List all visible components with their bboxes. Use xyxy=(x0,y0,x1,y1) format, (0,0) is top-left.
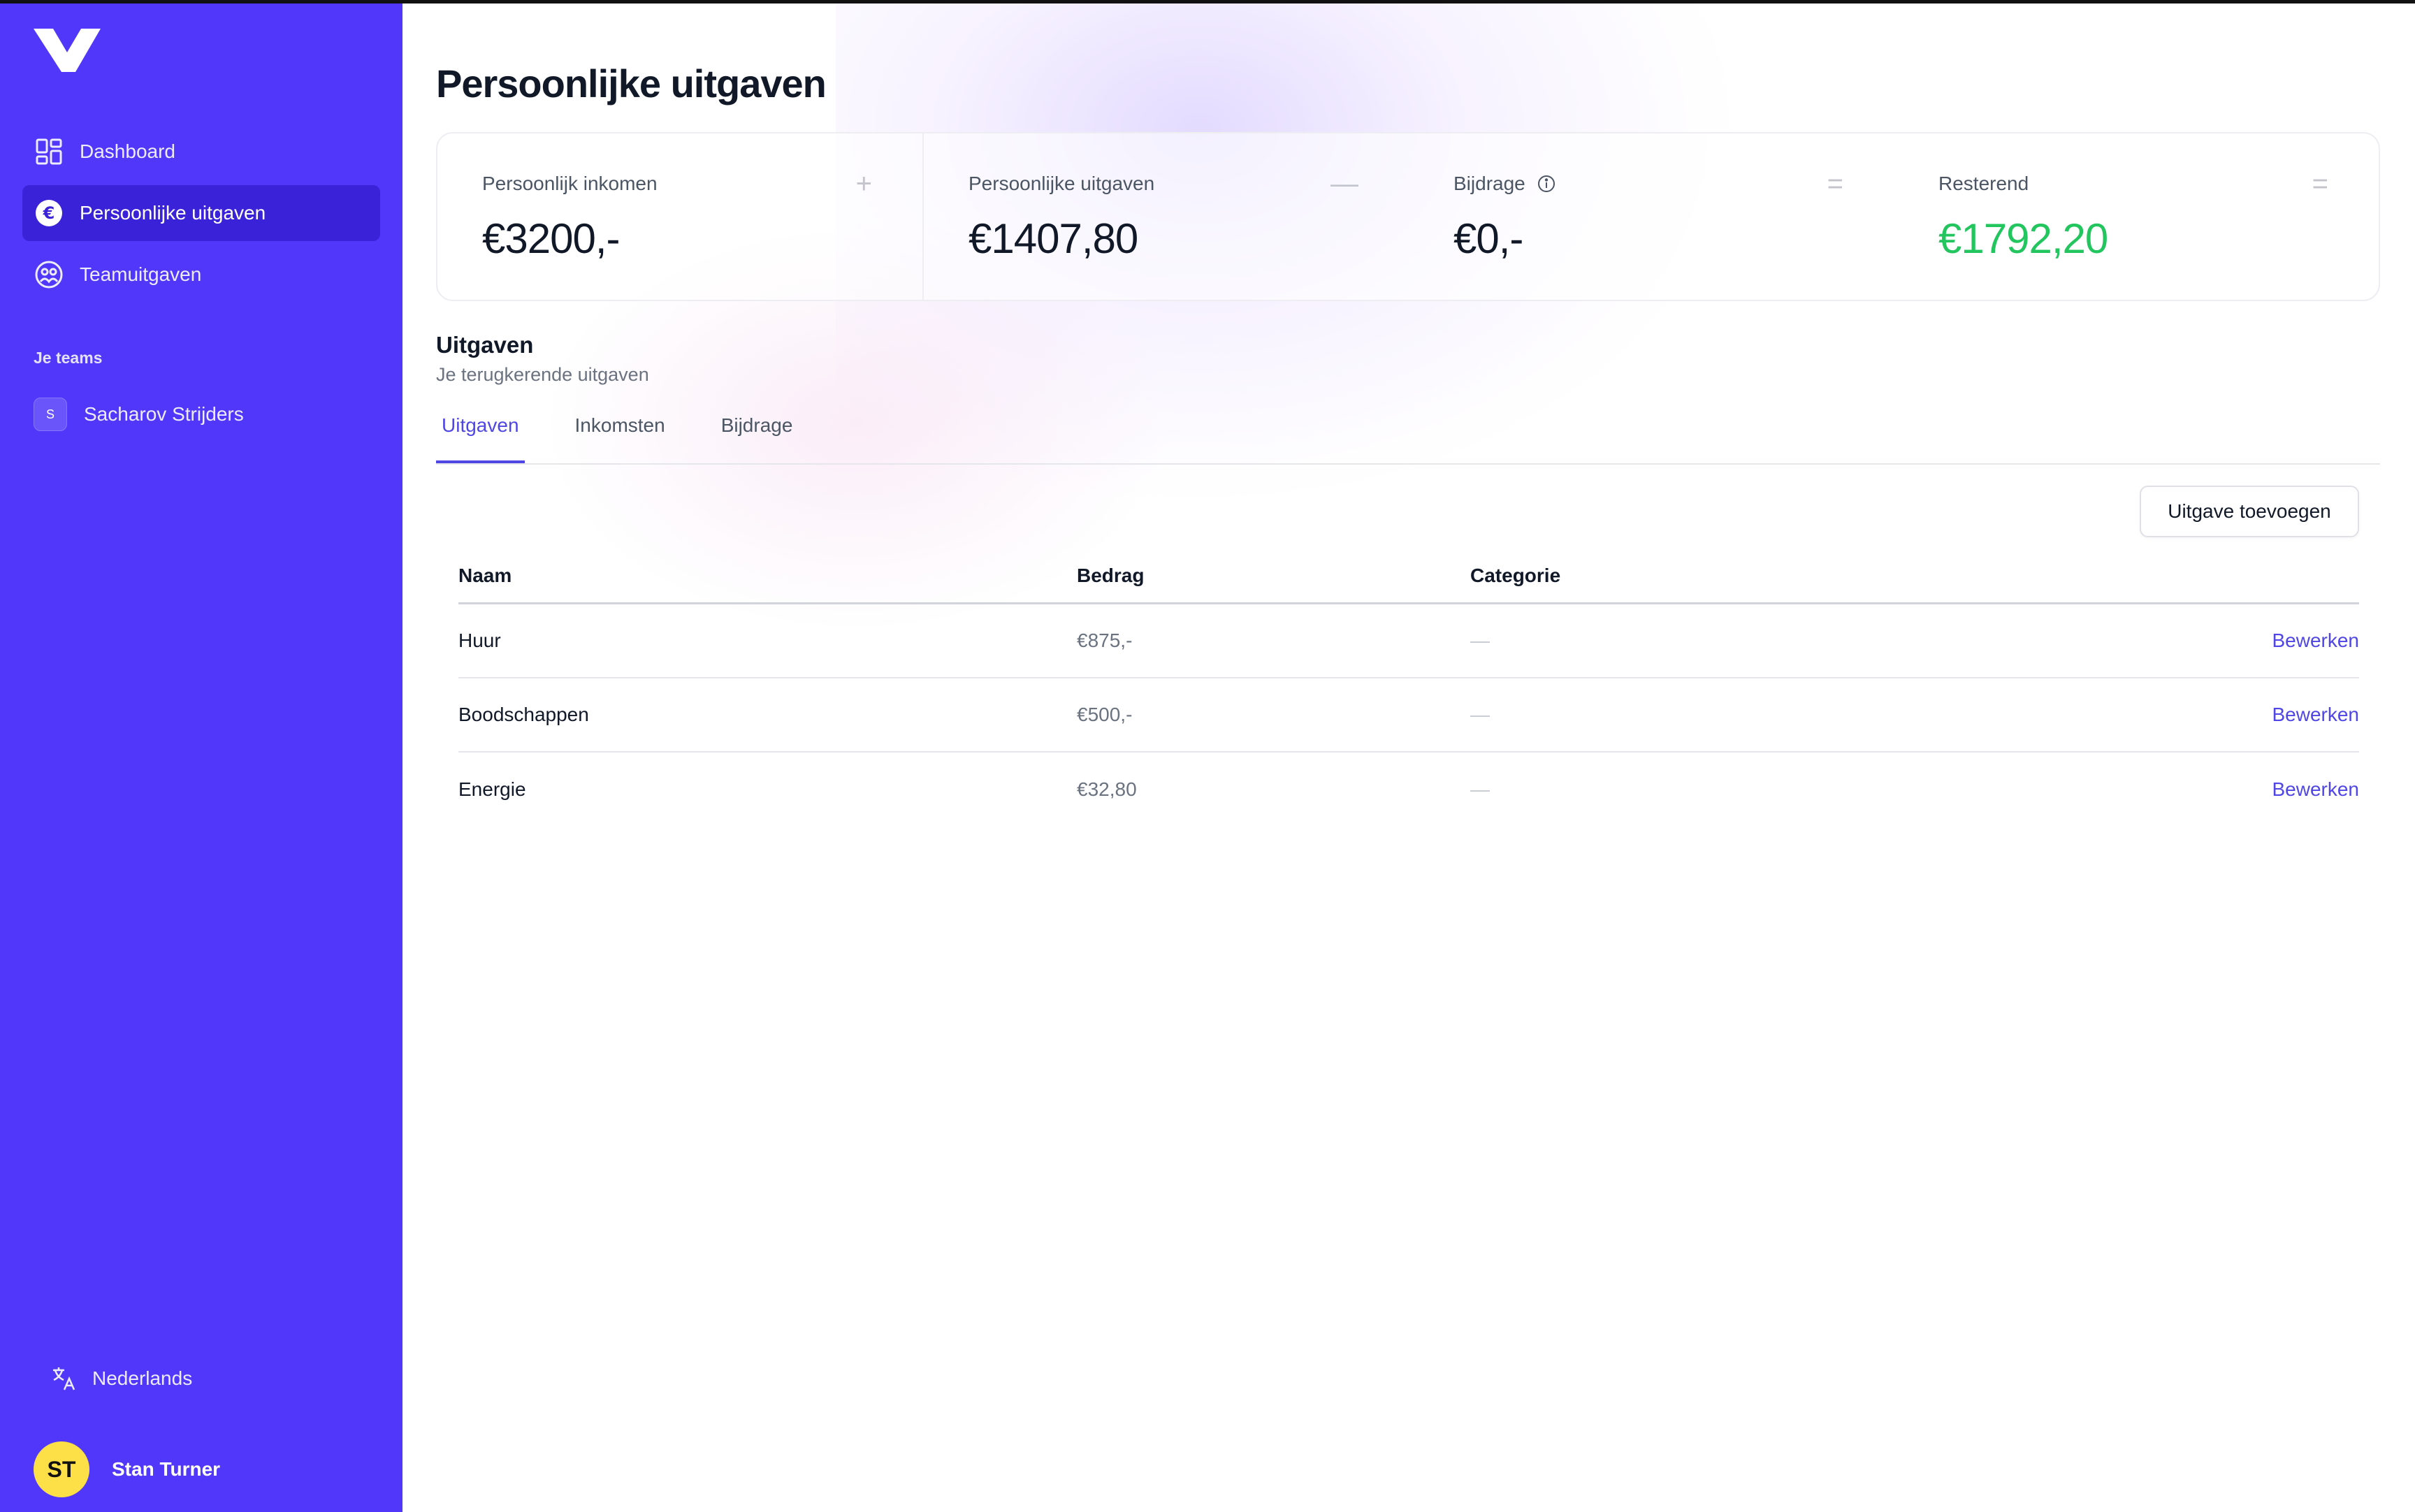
team-icon xyxy=(35,261,63,289)
cell-amount: €875,- xyxy=(1077,630,1133,651)
plus-icon: + xyxy=(855,168,872,199)
sidebar-item-teamuitgaven[interactable]: Teamuitgaven xyxy=(22,247,380,303)
stat-value: €1792,20 xyxy=(1938,215,2108,262)
user-name: Stan Turner xyxy=(112,1458,221,1480)
tab-bijdrage[interactable]: Bijdrage xyxy=(716,409,799,463)
teams-section-label: Je teams xyxy=(34,349,103,367)
cell-name: Energie xyxy=(458,778,526,800)
tab-inkomsten[interactable]: Inkomsten xyxy=(570,409,671,463)
expenses-table: Naam Bedrag Categorie Huur €875,- — Bewe… xyxy=(458,548,2359,827)
column-header-categorie: Categorie xyxy=(1470,564,1561,586)
stat-resterend: Resterend €1792,20 = xyxy=(1894,133,2379,300)
language-selector[interactable]: Nederlands xyxy=(50,1365,192,1393)
sidebar-item-label: Teamuitgaven xyxy=(80,263,202,285)
translate-icon xyxy=(50,1365,78,1393)
table-row: Boodschappen €500,- — Bewerken xyxy=(458,678,2359,753)
page-title: Persoonlijke uitgaven xyxy=(436,61,827,106)
stats-card: Persoonlijk inkomen €3200,- + Persoonlij… xyxy=(436,132,2380,301)
stat-persoonlijke-uitgaven: Persoonlijke uitgaven €1407,80 — xyxy=(924,133,1409,300)
avatar: ST xyxy=(34,1441,89,1497)
column-header-naam: Naam xyxy=(458,564,512,586)
language-label: Nederlands xyxy=(92,1367,193,1389)
section-title: Uitgaven xyxy=(436,332,534,358)
stat-bijdrage: Bijdrage €0,- = xyxy=(1409,133,1894,300)
equals-icon: = xyxy=(1827,168,1843,199)
cell-amount: €32,80 xyxy=(1077,778,1137,800)
table-header: Naam Bedrag Categorie xyxy=(458,548,2359,604)
edit-link[interactable]: Bewerken xyxy=(2219,778,2359,801)
tab-bar: Uitgaven Inkomsten Bijdrage xyxy=(436,409,2380,465)
column-header-bedrag: Bedrag xyxy=(1077,564,1145,586)
info-icon[interactable] xyxy=(1537,174,1556,194)
team-initial-badge: S xyxy=(34,398,67,431)
table-row: Huur €875,- — Bewerken xyxy=(458,604,2359,678)
add-expense-button[interactable]: Uitgave toevoegen xyxy=(2140,486,2359,537)
euro-icon: € xyxy=(35,199,63,227)
cell-name: Boodschappen xyxy=(458,704,589,725)
sidebar-item-label: Dashboard xyxy=(80,140,175,162)
section-subtitle: Je terugkerende uitgaven xyxy=(436,364,649,385)
minus-icon: — xyxy=(1330,168,1358,199)
edit-link[interactable]: Bewerken xyxy=(2219,704,2359,726)
sidebar-item-label: Persoonlijke uitgaven xyxy=(80,202,266,224)
stat-label: Bijdrage xyxy=(1453,173,1525,194)
stat-value: €1407,80 xyxy=(969,215,1138,262)
svg-text:€: € xyxy=(43,203,55,223)
sidebar-item-team[interactable]: S Sacharov Strijders xyxy=(34,395,244,434)
cell-category: — xyxy=(1470,630,1490,651)
sidebar-nav: Dashboard € Persoonlijke uitgaven Teamui… xyxy=(22,124,380,308)
sidebar-item-persoonlijke-uitgaven[interactable]: € Persoonlijke uitgaven xyxy=(22,185,380,241)
user-menu[interactable]: ST Stan Turner xyxy=(34,1441,220,1497)
cell-category: — xyxy=(1470,778,1490,800)
equals-icon: = xyxy=(2312,168,2328,199)
cell-name: Huur xyxy=(458,630,501,651)
tab-uitgaven[interactable]: Uitgaven xyxy=(436,409,525,463)
team-name: Sacharov Strijders xyxy=(84,403,244,425)
main-content: Persoonlijke uitgaven Persoonlijk inkome… xyxy=(402,3,2415,1512)
stat-value: €3200,- xyxy=(482,215,621,262)
sidebar: Dashboard € Persoonlijke uitgaven Teamui… xyxy=(0,3,402,1512)
grid-icon xyxy=(35,138,63,166)
sidebar-item-dashboard[interactable]: Dashboard xyxy=(22,124,380,180)
table-row: Energie €32,80 — Bewerken xyxy=(458,753,2359,827)
edit-link[interactable]: Bewerken xyxy=(2219,630,2359,652)
app-logo[interactable] xyxy=(34,24,101,73)
stat-value: €0,- xyxy=(1453,215,1523,262)
cell-amount: €500,- xyxy=(1077,704,1133,725)
cell-category: — xyxy=(1470,704,1490,725)
stat-persoonlijk-inkomen: Persoonlijk inkomen €3200,- + xyxy=(437,133,924,300)
